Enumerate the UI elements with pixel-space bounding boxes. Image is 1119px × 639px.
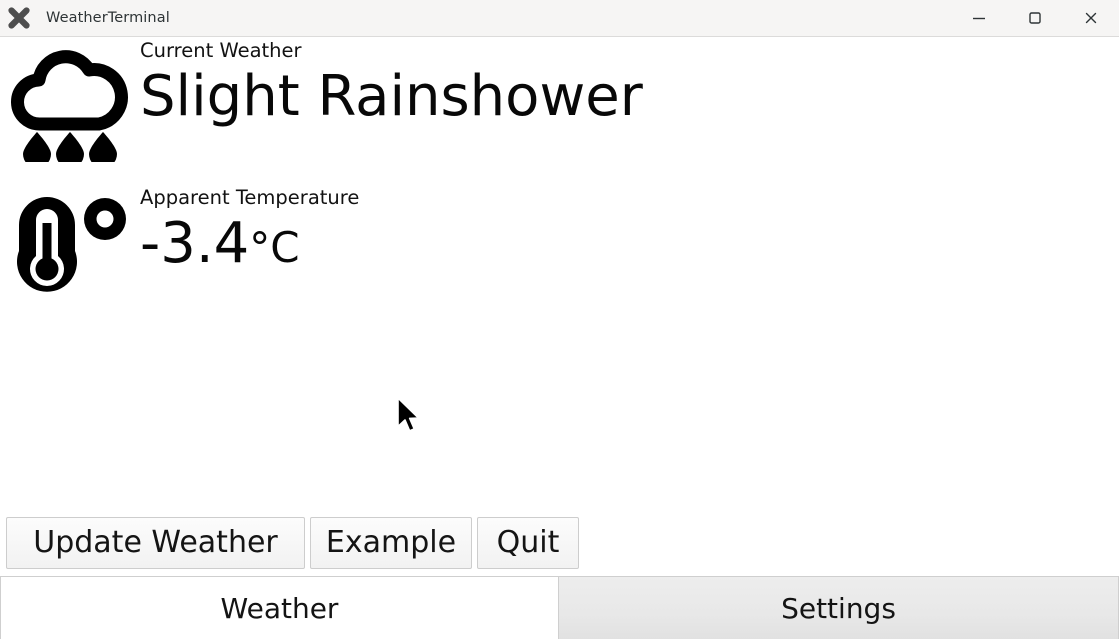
tab-weather[interactable]: Weather	[0, 576, 559, 639]
close-button[interactable]	[1063, 0, 1119, 37]
apparent-temperature-label: Apparent Temperature	[140, 186, 360, 209]
example-button[interactable]: Example	[310, 517, 472, 569]
minimize-button[interactable]	[951, 0, 1007, 37]
update-weather-button[interactable]: Update Weather	[6, 517, 305, 569]
apparent-temperature-text: Apparent Temperature -3.4°C	[140, 185, 359, 283]
cross-x-icon	[2, 1, 36, 35]
mouse-cursor	[396, 397, 422, 437]
weather-panel: Current Weather Slight Rainshower Appare…	[0, 37, 1119, 576]
current-weather-label: Current Weather	[140, 39, 302, 62]
current-weather-row: Current Weather Slight Rainshower	[0, 38, 643, 164]
thermometer-icon	[0, 185, 140, 305]
current-weather-text: Current Weather Slight Rainshower	[140, 38, 643, 132]
temperature-number: -3.4	[140, 211, 250, 276]
quit-button[interactable]: Quit	[477, 517, 579, 569]
apparent-temperature-value: -3.4°C	[140, 209, 359, 283]
action-button-bar: Update Weather Example Quit	[0, 510, 1119, 576]
apparent-temperature-row: Apparent Temperature -3.4°C	[0, 185, 359, 305]
maximize-button[interactable]	[1007, 0, 1063, 37]
window-title: WeatherTerminal	[46, 10, 170, 26]
current-weather-value: Slight Rainshower	[140, 64, 643, 129]
app-window: WeatherTerminal Current Weather Slight R…	[0, 0, 1119, 639]
rain-cloud-icon	[0, 38, 140, 164]
temperature-unit: °C	[249, 223, 300, 272]
title-bar: WeatherTerminal	[0, 0, 1119, 37]
window-controls	[951, 0, 1119, 37]
tab-bar: Weather Settings	[0, 576, 1119, 639]
tab-settings[interactable]: Settings	[559, 576, 1119, 639]
